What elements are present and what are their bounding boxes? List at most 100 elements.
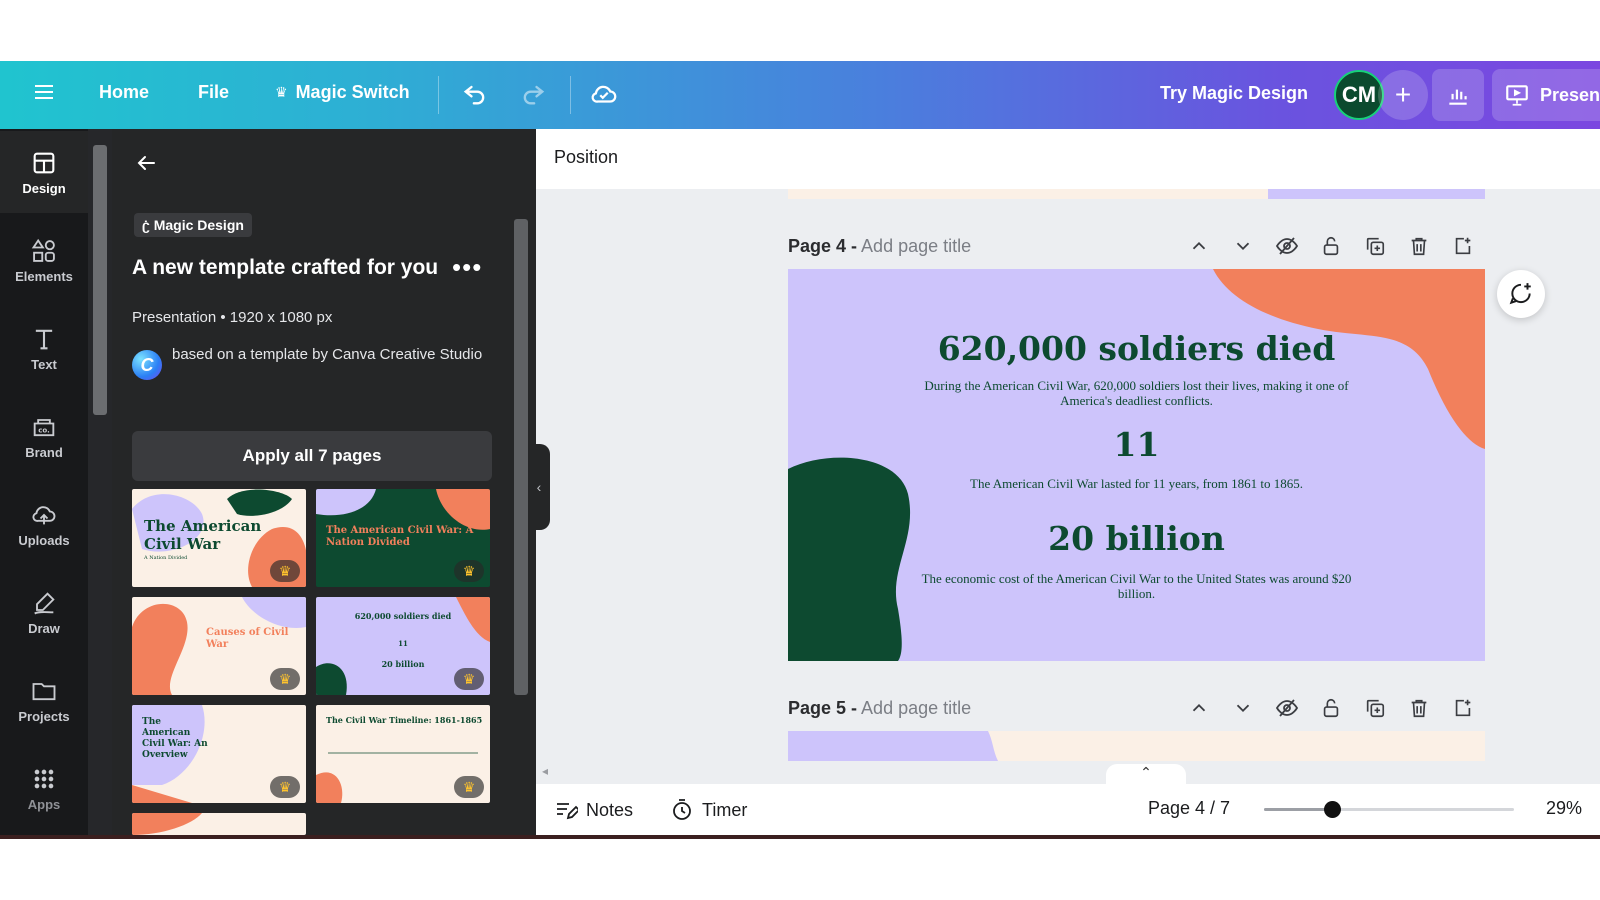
move-up-button[interactable] bbox=[1186, 233, 1212, 259]
magic-design-panel: ʗ̇ Magic Design A new template crafted f… bbox=[112, 129, 536, 835]
try-magic-design-button[interactable]: Try Magic Design bbox=[1160, 83, 1308, 104]
file-menu-button[interactable]: File bbox=[198, 82, 229, 103]
chevron-down-icon bbox=[1236, 242, 1250, 251]
elements-icon bbox=[31, 238, 55, 262]
page-4-header: Page 4 - Add page title bbox=[788, 236, 971, 257]
rail-item-draw[interactable]: Draw bbox=[0, 571, 88, 653]
template-thumbnail[interactable]: Causes of Civil War ♛ bbox=[132, 597, 306, 695]
template-thumbnail[interactable]: The American Civil War: An Overview ♛ bbox=[132, 705, 306, 803]
hide-page-button[interactable] bbox=[1274, 233, 1300, 259]
toolbar-divider bbox=[570, 76, 571, 114]
stat-years[interactable]: 11 bbox=[788, 425, 1485, 464]
slide-page-5-preview[interactable] bbox=[788, 731, 1485, 761]
rail-item-elements[interactable]: Elements bbox=[0, 219, 88, 301]
collapse-panel-button[interactable]: ‹ bbox=[528, 444, 550, 530]
add-page-button[interactable] bbox=[1450, 695, 1476, 721]
rail-item-brand[interactable]: co. Brand bbox=[0, 395, 88, 477]
present-button[interactable]: Present bbox=[1492, 69, 1600, 121]
move-down-button[interactable] bbox=[1230, 695, 1256, 721]
thumbnail-title: The American Civil War: A Nation Divided bbox=[326, 525, 474, 548]
stat-cost[interactable]: 20 billion bbox=[788, 519, 1485, 558]
avatar[interactable]: CM bbox=[1334, 70, 1384, 120]
lock-page-button[interactable] bbox=[1318, 233, 1344, 259]
thumbnail-subtitle: A Nation Divided bbox=[144, 555, 188, 561]
delete-page-button[interactable] bbox=[1406, 233, 1432, 259]
rail-item-apps[interactable]: Apps bbox=[0, 747, 88, 829]
move-down-button[interactable] bbox=[1230, 233, 1256, 259]
slide-page-4[interactable]: 620,000 soldiers died During the America… bbox=[788, 269, 1485, 661]
duplicate-page-button[interactable] bbox=[1362, 233, 1388, 259]
rail-item-design[interactable]: Design bbox=[0, 131, 88, 213]
notes-label: Notes bbox=[586, 799, 634, 820]
add-page-icon bbox=[1455, 237, 1471, 255]
insights-button[interactable] bbox=[1432, 69, 1484, 121]
trash-icon bbox=[1411, 699, 1427, 718]
more-options-button[interactable]: ••• bbox=[452, 252, 482, 283]
magic-switch-button[interactable]: ♛ Magic Switch bbox=[275, 82, 410, 103]
projects-icon bbox=[32, 682, 56, 700]
stat-years-description[interactable]: The American Civil War lasted for 11 yea… bbox=[908, 476, 1365, 491]
premium-crown-icon: ♛ bbox=[270, 668, 300, 690]
template-credit: based on a template by Canva Creative St… bbox=[172, 346, 483, 363]
template-thumbnail[interactable]: The American Civil War: A Nation Divided… bbox=[316, 489, 490, 587]
rail-scrollbar[interactable] bbox=[88, 129, 112, 835]
rail-item-projects[interactable]: Projects bbox=[0, 659, 88, 741]
apply-all-pages-button[interactable]: Apply all 7 pages bbox=[132, 431, 492, 481]
template-thumbnail[interactable] bbox=[132, 813, 306, 835]
template-thumbnail[interactable]: The Civil War Timeline: 1861-1865 ♛ bbox=[316, 705, 490, 803]
premium-crown-icon: ♛ bbox=[270, 776, 300, 798]
timer-button[interactable]: Timer bbox=[670, 798, 747, 822]
rail-label: Uploads bbox=[18, 532, 70, 548]
cloud-save-button[interactable] bbox=[589, 79, 619, 109]
badge-label: Magic Design bbox=[153, 217, 244, 233]
zoom-level[interactable]: 29% bbox=[1546, 798, 1582, 819]
move-up-button[interactable] bbox=[1186, 695, 1212, 721]
thumbnail-title: 620,000 soldiers died bbox=[354, 611, 452, 621]
premium-crown-icon: ♛ bbox=[454, 560, 484, 582]
back-button[interactable] bbox=[134, 151, 158, 180]
scrollbar-thumb[interactable] bbox=[514, 219, 528, 695]
lock-page-button[interactable] bbox=[1318, 695, 1344, 721]
rail-label: Apps bbox=[27, 796, 61, 812]
add-collaborator-button[interactable]: + bbox=[1378, 70, 1428, 120]
position-button[interactable]: Position bbox=[554, 147, 618, 168]
add-comment-button[interactable] bbox=[1497, 270, 1545, 318]
ellipsis-icon: ••• bbox=[452, 252, 483, 282]
thumbnail-title: The American Civil War bbox=[144, 517, 262, 553]
undo-icon bbox=[463, 85, 485, 105]
duplicate-page-button[interactable] bbox=[1362, 695, 1388, 721]
thumbnail-title: The Civil War Timeline: 1861-1865 bbox=[326, 715, 483, 725]
zoom-slider-knob[interactable] bbox=[1324, 801, 1341, 818]
hide-page-button[interactable] bbox=[1274, 695, 1300, 721]
template-thumbnail[interactable]: 620,000 soldiers died 11 20 billion ♛ bbox=[316, 597, 490, 695]
page-indicator[interactable]: Page 4 / 7 bbox=[1148, 798, 1230, 819]
template-thumbnail[interactable]: The American Civil War A Nation Divided … bbox=[132, 489, 306, 587]
rail-item-uploads[interactable]: Uploads bbox=[0, 483, 88, 565]
window-bottom-edge bbox=[0, 835, 1600, 839]
stat-soldiers[interactable]: 620,000 soldiers died bbox=[788, 329, 1485, 368]
page-title-input[interactable]: Add page title bbox=[861, 698, 971, 718]
draw-icon bbox=[34, 591, 55, 614]
rail-item-text[interactable]: Text bbox=[0, 307, 88, 389]
stat-soldiers-description[interactable]: During the American Civil War, 620,000 s… bbox=[908, 378, 1365, 408]
zoom-slider[interactable] bbox=[1264, 801, 1514, 818]
add-page-icon bbox=[1455, 699, 1471, 717]
stat-cost-description[interactable]: The economic cost of the American Civil … bbox=[908, 571, 1365, 601]
expand-pages-button[interactable]: ⌃ bbox=[1106, 764, 1186, 786]
home-button[interactable]: Home bbox=[99, 82, 149, 103]
chevron-left-icon: ‹ bbox=[536, 479, 542, 495]
text-icon bbox=[35, 329, 53, 349]
page-title-input[interactable]: Add page title bbox=[861, 236, 971, 256]
thumbnail-shapes bbox=[132, 813, 202, 835]
page-5-header: Page 5 - Add page title bbox=[788, 698, 971, 719]
scroll-left-arrow[interactable]: ◂ bbox=[542, 764, 548, 778]
delete-page-button[interactable] bbox=[1406, 695, 1432, 721]
menu-button[interactable] bbox=[32, 80, 56, 104]
redo-button[interactable] bbox=[519, 80, 547, 108]
add-page-button[interactable] bbox=[1450, 233, 1476, 259]
notes-button[interactable]: Notes bbox=[554, 798, 633, 822]
undo-button[interactable] bbox=[461, 80, 489, 108]
premium-crown-icon: ♛ bbox=[270, 560, 300, 582]
eye-off-icon bbox=[1275, 237, 1299, 255]
scrollbar-thumb[interactable] bbox=[93, 145, 107, 415]
